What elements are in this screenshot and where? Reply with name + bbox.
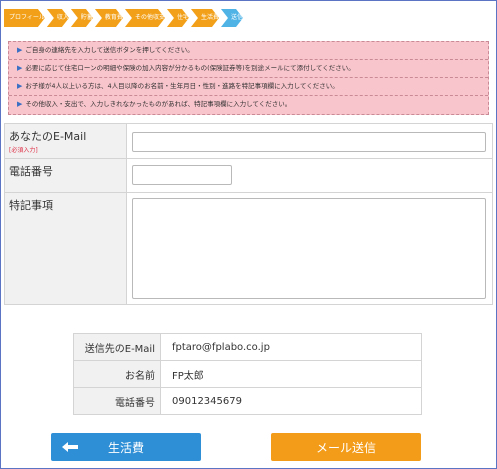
step-education[interactable]: 教育費 [95,9,123,27]
triangle-right-icon: ▶ [17,100,23,108]
summary-value: 09012345679 [160,387,422,415]
table-row: お名前 FP太郎 [73,360,422,388]
table-row: 送信先のE-Mail fptaro@fplabo.co.jp [73,333,422,361]
summary-key: 電話番号 [73,387,161,415]
contact-form: あなたのE-Mail [必須入力] 電話番号 特記事項 [4,123,493,305]
step-other-balance[interactable]: その他収支 [125,9,165,27]
email-label: あなたのE-Mail [9,130,87,143]
note-item: ▶ お子様が4人以上いる方は、4人目以降のお名前・生年月日・性別・進路を特記事項欄… [9,78,488,96]
summary-key: 送信先のE-Mail [73,333,161,361]
step-savings[interactable]: 貯蓄 [71,9,93,27]
note-item: ▶ その他収入・支出で、入力しきれなかったものがあれば、特記事項欄に入力してくださ… [17,100,292,108]
step-progress-bar: プロフィール 収入 貯蓄 教育費 その他収支 住宅 生活費 送信 [4,9,245,27]
phone-label: 電話番号 [9,165,53,178]
send-mail-button[interactable]: メール送信 [271,433,421,461]
triangle-right-icon: ▶ [17,64,23,72]
send-button-label: メール送信 [315,440,376,455]
step-send: 送信 [221,9,243,27]
step-income[interactable]: 収入 [47,9,69,27]
step-housing[interactable]: 住宅 [167,9,189,27]
note-item: ▶ ご自身の連絡先を入力して送信ボタンを押してください。 [9,42,488,60]
summary-value: FP太郎 [160,360,422,388]
phone-input[interactable] [132,165,232,185]
triangle-right-icon: ▶ [17,46,23,54]
back-button[interactable]: 生活費 [51,433,201,461]
send-summary-table: 送信先のE-Mail fptaro@fplabo.co.jp お名前 FP太郎 … [73,333,422,415]
back-button-label: 生活費 [107,440,144,455]
special-notes-label-cell: 特記事項 [4,192,127,305]
phone-label-cell: 電話番号 [4,158,127,193]
step-living-expenses[interactable]: 生活費 [191,9,219,27]
special-notes-label: 特記事項 [9,199,53,212]
arrow-left-icon [62,442,78,452]
special-notes-textarea[interactable] [132,198,486,299]
email-input[interactable] [132,132,486,152]
triangle-right-icon: ▶ [17,82,23,90]
instruction-notes: ▶ ご自身の連絡先を入力して送信ボタンを押してください。 ▶ 必要に応じて住宅ローン… [8,41,489,115]
table-row: 電話番号 09012345679 [73,387,422,415]
step-profile[interactable]: プロフィール [4,9,45,27]
note-item: ▶ 必要に応じて住宅ローンの明細や保険の加入内容が分かるもの(保険証券等)を別途メ… [9,60,488,78]
email-label-cell: あなたのE-Mail [必須入力] [4,123,127,159]
required-badge: [必須入力] [9,147,38,154]
summary-value: fptaro@fplabo.co.jp [160,333,422,361]
summary-key: お名前 [73,360,161,388]
